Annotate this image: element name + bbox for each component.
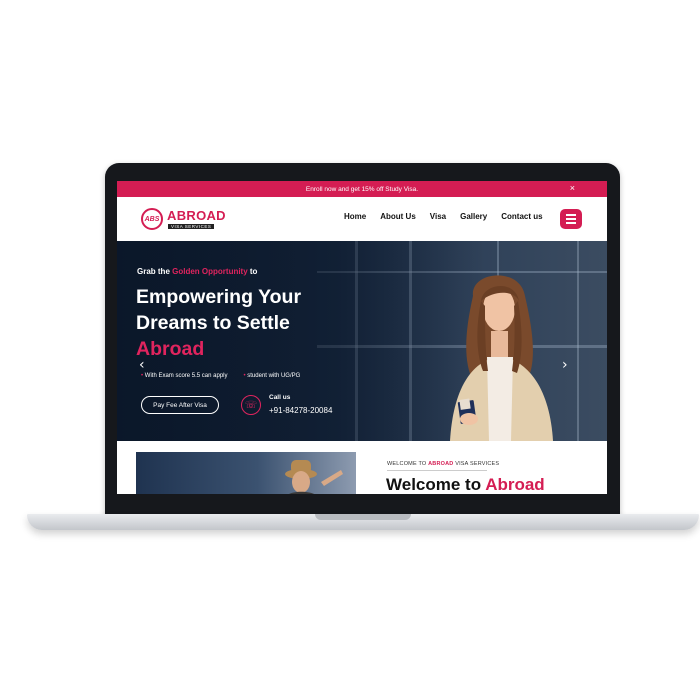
call-label: Call us	[269, 394, 291, 401]
welcome-man-image	[285, 460, 343, 494]
logo-subtitle: VISA SERVICES	[168, 224, 215, 229]
prev-arrow-icon[interactable]: ‹	[139, 357, 145, 373]
hero-pretitle-highlight: Golden Opportunity	[172, 267, 248, 276]
hero-title-highlight: Abroad	[136, 338, 205, 360]
hero-slider: Grab the Golden Opportunity to Empowerin…	[117, 241, 607, 441]
hero-title-line2: Dreams to Settle	[136, 312, 290, 334]
nav-about-us[interactable]: About Us	[380, 212, 416, 221]
hero-pretitle: Grab the Golden Opportunity to	[137, 267, 258, 276]
announcement-text: Enroll now and get 15% off Study Visa.	[305, 185, 419, 193]
hamburger-menu-button[interactable]	[560, 209, 582, 229]
website-screen: Enroll now and get 15% off Study Visa. ×…	[117, 181, 607, 494]
pay-fee-button[interactable]: Pay Fee After Visa	[141, 396, 219, 414]
main-menu: Home About Us Visa Gallery Contact us	[344, 212, 557, 221]
announcement-bar: Enroll now and get 15% off Study Visa. ×	[117, 181, 607, 197]
call-number[interactable]: +91-84278-20084	[269, 406, 332, 415]
laptop-notch	[315, 514, 411, 520]
phone-icon[interactable]: ☏	[241, 395, 261, 415]
nav-visa[interactable]: Visa	[430, 212, 446, 221]
welcome-section: WELCOME TO ABROAD VISA SERVICES Welcome …	[117, 441, 607, 494]
logo[interactable]: ABS ABROAD VISA SERVICES	[141, 206, 231, 234]
hero-bullets: With Exam score 5.5 can apply student wi…	[141, 373, 316, 379]
hero-bullet: student with UG/PG	[243, 373, 300, 379]
nav-gallery[interactable]: Gallery	[460, 212, 487, 221]
welcome-eyebrow: WELCOME TO ABROAD VISA SERVICES	[387, 461, 500, 467]
next-arrow-icon[interactable]: ›	[562, 357, 568, 373]
divider	[387, 470, 487, 471]
navbar: ABS ABROAD VISA SERVICES Home About Us V…	[117, 197, 607, 241]
hero-title: Empowering Your Dreams to Settle Abroad	[136, 284, 356, 362]
hero-bullet: With Exam score 5.5 can apply	[141, 373, 228, 379]
hero-title-line1: Empowering Your	[136, 286, 302, 308]
hero-woman-image	[450, 275, 553, 441]
close-icon[interactable]: ×	[570, 183, 575, 193]
welcome-title-highlight: Abroad	[485, 475, 545, 494]
logo-word: ABROAD	[167, 208, 226, 223]
page: Enroll now and get 15% off Study Visa. ×…	[0, 0, 700, 700]
nav-home[interactable]: Home	[344, 212, 366, 221]
hamburger-icon	[566, 214, 576, 216]
logo-mark: ABS	[141, 208, 163, 230]
nav-contact-us[interactable]: Contact us	[501, 212, 542, 221]
welcome-photo	[136, 452, 356, 494]
welcome-title: Welcome to Abroad	[386, 475, 545, 494]
